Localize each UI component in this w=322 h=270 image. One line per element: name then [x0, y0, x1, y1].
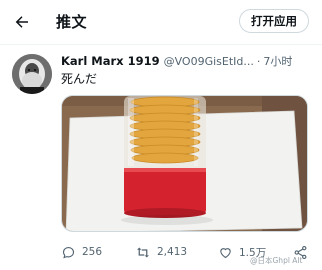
tweet-header: Karl Marx 1919 @VO09GisEtId... · 7小时 [61, 53, 314, 69]
reply-count: 256 [82, 246, 103, 258]
retweet-icon [137, 247, 149, 257]
open-app-button[interactable]: 打开应用 [239, 9, 309, 33]
retweet-button[interactable]: 2,413 [135, 242, 187, 262]
separator-dot: · [256, 54, 261, 68]
heart-icon [220, 247, 231, 258]
reply-icon [62, 246, 75, 258]
watermark: @日本Ghpl Alt [250, 256, 303, 265]
header-divider [0, 44, 322, 45]
display-name[interactable]: Karl Marx 1919 [61, 54, 160, 68]
tweet-image[interactable] [61, 95, 308, 232]
arrow-left-icon [15, 16, 28, 28]
retweet-count: 2,413 [157, 246, 188, 258]
back-button[interactable] [8, 8, 36, 36]
timestamp[interactable]: 7小时 [263, 53, 292, 69]
user-handle[interactable]: @VO09GisEtId... [164, 55, 254, 68]
tweet-text: 死んだ [61, 72, 98, 86]
top-bar: 推文 打开应用 [0, 0, 322, 44]
reply-button[interactable]: 256 [61, 242, 102, 262]
page-title: 推文 [56, 13, 88, 31]
avatar[interactable] [12, 54, 52, 94]
